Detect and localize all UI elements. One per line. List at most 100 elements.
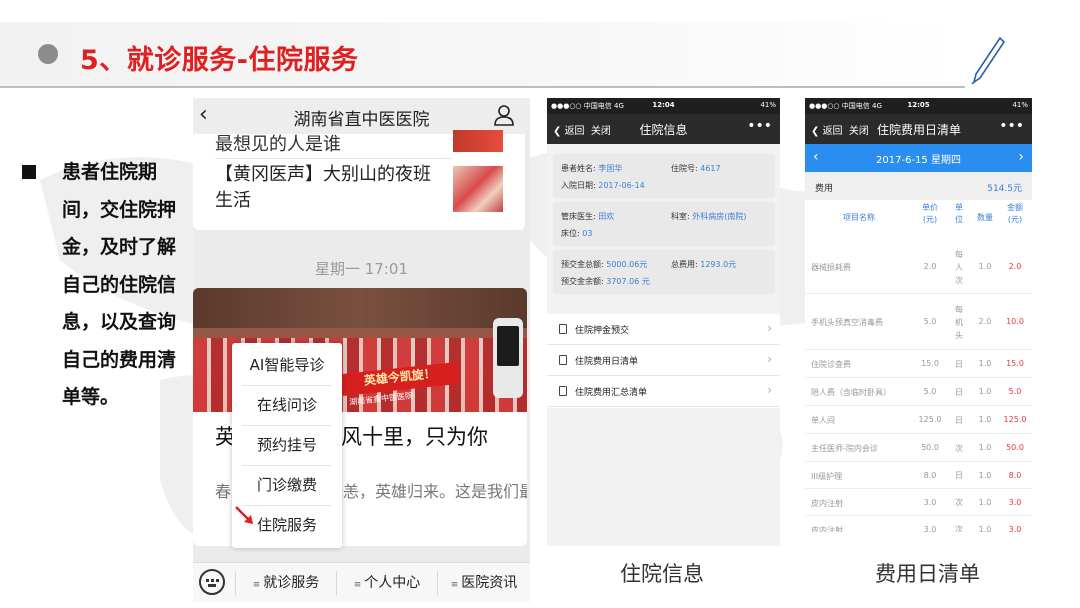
article-thumbnail[interactable]: [453, 166, 503, 212]
inpatient-number: 住院号: 4617: [671, 164, 721, 173]
kiosk-machine: [493, 318, 523, 398]
bill-item-unit: 次: [955, 498, 963, 507]
account-menu-bar: ≡ 就诊服务 ≡ 个人中心 ≡ 医院资讯: [193, 562, 530, 602]
chevron-right-icon: ›: [767, 383, 772, 397]
admit-date: 入院日期: 2017-06-14: [561, 181, 645, 190]
tab-clinic-services[interactable]: ≡ 就诊服务: [236, 563, 336, 602]
nav-title: 住院信息: [639, 123, 688, 137]
bill-item-qty: 1.0: [978, 497, 992, 507]
next-day-chevron-icon[interactable]: ›: [1018, 149, 1024, 165]
nav-bar: ❮ 返回 关闭 住院信息 •••: [547, 114, 780, 144]
menu-item-online-consult[interactable]: 在线问诊: [232, 385, 342, 425]
document-icon: [559, 355, 567, 365]
date-selector: ‹ 2017-6-15 星期四 ›: [805, 144, 1032, 172]
fee-total: 514.5元: [987, 184, 1022, 194]
doctor-info-box: 管床医生: 田欢 科室: 外科病房(南院) 床位: 03: [553, 202, 775, 246]
message-timestamp: 星期一 17:01: [315, 260, 408, 278]
chevron-right-icon: ›: [767, 352, 772, 366]
bill-row: 器械损耗费 2.0 每 人 次 1.0 2.0: [805, 240, 1032, 294]
article-card-list: 最想见的人是谁 【黄冈医声】大别山的夜班生活: [193, 130, 525, 230]
bill-item-amount: 3.0: [1008, 497, 1022, 507]
bill-item-price: 5.0: [923, 387, 937, 396]
article-title[interactable]: 【黄冈医声】大别山的夜班生活: [215, 162, 445, 214]
back-button[interactable]: ❮ 返回 关闭: [811, 122, 869, 137]
bill-row: 皮内注射 3.0 次 1.0 3.0: [805, 516, 1032, 533]
bill-item-unit: 日: [955, 471, 963, 480]
slide-title: 5、就诊服务-住院服务: [80, 45, 359, 76]
bill-item-name: 主任医师-院内会诊: [811, 444, 878, 453]
status-bar: ●●●○○ 中国电信 4G 12:05 41%: [805, 98, 1032, 114]
tab-personal-center[interactable]: ≡ 个人中心: [337, 563, 437, 602]
selected-date: 2017-6-15 星期四: [876, 155, 961, 166]
bill-item-amount: 10.0: [1006, 317, 1024, 326]
bill-item-qty: 1.0: [978, 443, 992, 452]
bill-item-amount: 15.0: [1006, 359, 1024, 368]
more-menu-icon[interactable]: •••: [747, 118, 772, 134]
menu-item-ai-triage[interactable]: AI智能导诊: [232, 345, 342, 385]
link-summary-bill[interactable]: 住院费用汇总清单 ›: [547, 376, 780, 407]
article-thumbnail[interactable]: [453, 130, 503, 152]
col-header-qty: 数量: [977, 213, 993, 222]
total-cost: 总费用: 1293.0元: [671, 260, 737, 269]
bill-item-qty: 1.0: [978, 262, 992, 271]
menu-item-appointment[interactable]: 预约挂号: [232, 425, 342, 465]
bill-item-unit: 每 人 次: [955, 249, 963, 285]
bill-item-name: 皮内注射: [811, 498, 843, 508]
caption-daily-bill: 费用日清单: [875, 562, 980, 586]
nav-title: 住院费用日清单: [877, 123, 962, 137]
account-title: 湖南省直中医医院: [293, 110, 430, 130]
bill-item-name: 单人间: [811, 416, 835, 425]
header-divider: [0, 86, 965, 88]
bill-item-qty: 1.0: [978, 415, 992, 424]
link-daily-bill[interactable]: 住院费用日清单 ›: [547, 345, 780, 376]
bill-item-amount: 3.0: [1008, 524, 1022, 533]
status-bar: ●●●○○ 中国电信 4G 12:04 41%: [547, 98, 780, 114]
slide: 5、就诊服务-住院服务 患者住院期间，交住院押金，及时了解自己的住院信息，以及查…: [0, 0, 1080, 608]
bill-item-unit: 日: [955, 359, 963, 369]
bill-item-unit: 每 机 头: [955, 304, 963, 340]
menu-item-outpatient-payment[interactable]: 门诊缴费: [232, 465, 342, 505]
attending-doctor: 管床医生: 田欢: [561, 212, 615, 221]
more-menu-icon[interactable]: •••: [999, 118, 1024, 134]
bill-item-price: 3.0: [923, 497, 937, 507]
bill-row: 主任医师-院内会诊 50.0 次 1.0 50.0: [805, 434, 1032, 462]
patient-name: 患者姓名: 李国华: [561, 164, 623, 173]
col-header-price: 单价 (元): [922, 203, 938, 224]
bill-item-price: 50.0: [921, 443, 939, 452]
fee-total-row: 费用 514.5元: [805, 172, 1032, 200]
deposit-total: 预交金总额: 5000.06元: [561, 260, 648, 269]
bill-item-name: III级护理: [811, 471, 843, 481]
divider: [215, 158, 453, 159]
bill-item-price: 8.0: [923, 470, 937, 480]
tab-hospital-news[interactable]: ≡ 医院资讯: [438, 563, 530, 602]
red-arrow-icon: [235, 506, 253, 524]
bill-item-price: 125.0: [918, 415, 942, 424]
bill-item-unit: 日: [955, 387, 963, 397]
user-profile-icon[interactable]: [493, 104, 515, 126]
bill-item-qty: 2.0: [978, 317, 992, 326]
nav-bar: ❮ 返回 关闭 住院费用日清单 •••: [805, 114, 1032, 144]
bill-item-amount: 125.0: [1003, 415, 1027, 424]
bill-item-amount: 50.0: [1006, 443, 1024, 452]
patient-info-box: 患者姓名: 李国华 住院号: 4617 入院日期: 2017-06-14: [553, 154, 775, 198]
bill-item-name: 器械损耗费: [811, 263, 851, 272]
bullet-text: 患者住院期间，交住院押金，及时了解自己的住院信息，以及查询自己的费用清单等。: [62, 161, 177, 408]
bed-number: 床位: 03: [561, 229, 593, 238]
bill-row: 手机头预真空消毒费 5.0 每 机 头 2.0 10.0: [805, 294, 1032, 350]
close-button[interactable]: 关闭: [849, 126, 869, 137]
link-deposit-prepay[interactable]: 住院押金预交 ›: [547, 314, 780, 345]
bill-item-qty: 1.0: [978, 470, 992, 480]
bill-row: III级护理 8.0 日 1.0 8.0: [805, 462, 1032, 489]
document-icon: [559, 324, 567, 334]
caption-inpatient-info: 住院信息: [620, 562, 704, 586]
bill-item-price: 5.0: [923, 317, 937, 326]
bill-item-unit: 日: [955, 415, 963, 425]
bill-item-name: 皮内注射: [811, 525, 843, 533]
keyboard-icon[interactable]: [199, 569, 225, 595]
cover-background: [193, 288, 527, 328]
bill-item-qty: 1.0: [978, 387, 992, 396]
col-header-name: 项目名称: [843, 213, 875, 222]
bill-item-unit: 次: [955, 443, 963, 453]
chevron-right-icon: ›: [767, 321, 772, 335]
article-title[interactable]: 最想见的人是谁: [215, 130, 341, 156]
